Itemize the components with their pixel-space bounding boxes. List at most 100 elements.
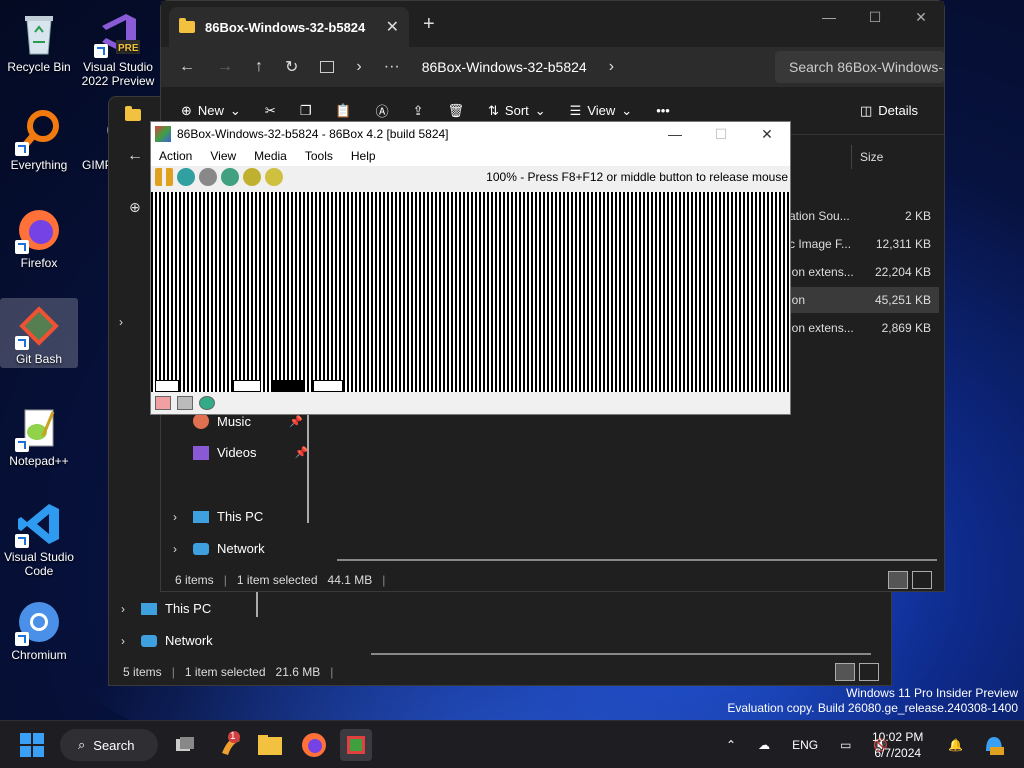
more-icon[interactable]: ··· xyxy=(384,58,400,76)
power-icon[interactable] xyxy=(199,168,217,186)
add-icon[interactable]: ⊕ xyxy=(129,199,141,216)
maximize-icon[interactable]: ☐ xyxy=(698,122,744,146)
nav-scrollbar[interactable] xyxy=(307,415,309,523)
chevron-right-icon[interactable]: › xyxy=(609,58,614,76)
refresh-icon[interactable]: ↻ xyxy=(285,57,298,77)
hard-disk-icon[interactable] xyxy=(177,396,193,410)
pause-icon[interactable] xyxy=(155,168,173,186)
file-row[interactable]: ation Sou... 2 KB xyxy=(789,203,939,229)
desktop-icon-firefox[interactable]: Firefox xyxy=(0,202,78,270)
desktop-icon-chromium[interactable]: Chromium xyxy=(0,594,78,662)
tiles-view-icon[interactable] xyxy=(859,663,879,681)
task-view-button[interactable] xyxy=(168,729,200,761)
close-icon[interactable]: ✕ xyxy=(744,122,790,146)
ctrl-alt-del-icon[interactable] xyxy=(221,168,239,186)
more-options-button[interactable]: ••• xyxy=(656,103,670,118)
column-header-size[interactable]: Size xyxy=(851,145,941,169)
taskbar-app-firefox[interactable] xyxy=(298,729,330,761)
start-button[interactable] xyxy=(20,733,44,757)
menu-help[interactable]: Help xyxy=(351,149,376,163)
desktop-icon-notepadpp[interactable]: Notepad++ xyxy=(0,400,78,468)
desktop-icon-git-bash[interactable]: Git Bash xyxy=(0,298,78,368)
menu-media[interactable]: Media xyxy=(254,149,287,163)
file-row[interactable]: c Image F... 12,311 KB xyxy=(789,231,939,257)
nav-item-this-pc[interactable]: › This PC xyxy=(121,601,211,616)
language-indicator[interactable]: ENG xyxy=(792,738,818,752)
nav-item-network[interactable]: › Network xyxy=(173,541,265,556)
back-arrow-icon[interactable]: ← xyxy=(127,147,143,165)
sort-button[interactable]: ⇅ Sort ⌄ xyxy=(488,103,546,119)
menu-action[interactable]: Action xyxy=(159,149,192,163)
reset-icon[interactable] xyxy=(177,168,195,186)
tab-86box-folder[interactable]: 86Box-Windows-32-b5824 ✕ xyxy=(169,7,409,47)
maximize-icon[interactable]: ☐ xyxy=(852,1,898,33)
new-tab-button[interactable]: + xyxy=(423,13,435,36)
horizontal-scrollbar[interactable] xyxy=(371,653,871,655)
back-arrow-icon[interactable]: ← xyxy=(179,58,195,76)
address-path[interactable]: 86Box-Windows-32-b5824 xyxy=(422,59,587,75)
cut-icon[interactable]: ✂ xyxy=(265,103,276,119)
chevron-right-icon[interactable]: › xyxy=(121,602,133,616)
taskbar-app-widgets[interactable]: 1 xyxy=(214,729,246,761)
display-icon[interactable]: ▭ xyxy=(840,738,851,752)
floppy-drive-icon[interactable] xyxy=(155,396,171,410)
chevron-right-icon[interactable]: › xyxy=(173,510,185,524)
view-toggle[interactable] xyxy=(835,663,879,681)
copy-icon[interactable]: ❐ xyxy=(300,103,312,119)
search-input[interactable]: Search 86Box-Windows-32-b5824 xyxy=(775,51,944,83)
clock[interactable]: 10:02 PM 6/7/2024 xyxy=(872,729,923,761)
chevron-right-icon[interactable]: › xyxy=(173,542,185,556)
taskbar-app-86box[interactable] xyxy=(340,729,372,761)
file-row[interactable]: ion extens... 22,204 KB xyxy=(789,259,939,285)
close-tab-icon[interactable]: ✕ xyxy=(386,17,399,37)
view-button[interactable]: ☰ View ⌄ xyxy=(570,103,633,119)
new-button[interactable]: ⊕ New ⌄ xyxy=(181,103,241,119)
chevron-up-icon[interactable]: ⌃ xyxy=(726,738,736,752)
file-row-selected[interactable]: ion 45,251 KB xyxy=(789,287,939,313)
desktop-icon-visual-studio-preview[interactable]: PRE Visual Studio 2022 Preview xyxy=(79,6,157,88)
horizontal-scrollbar[interactable] xyxy=(337,559,937,561)
minimize-icon[interactable]: — xyxy=(652,122,698,146)
file-row[interactable]: ion extens... 2,869 KB xyxy=(789,315,939,341)
tiles-view-icon[interactable] xyxy=(912,571,932,589)
chevron-right-icon[interactable]: › xyxy=(356,58,361,76)
desktop-icon-gimp[interactable]: GIMP xyxy=(62,104,112,172)
86box-window[interactable]: 86Box-Windows-32-b5824 - 86Box 4.2 [buil… xyxy=(150,121,791,415)
view-toggle[interactable] xyxy=(888,571,932,589)
details-view-icon[interactable] xyxy=(888,571,908,589)
nav-item-this-pc[interactable]: › This PC xyxy=(173,509,263,524)
taskbar-search[interactable]: ⌕ Search xyxy=(60,729,158,761)
menu-tools[interactable]: Tools xyxy=(305,149,333,163)
up-arrow-icon[interactable]: ↑ xyxy=(255,58,263,76)
share-icon[interactable]: ⇪ xyxy=(413,103,424,119)
menu-view[interactable]: View xyxy=(210,149,236,163)
details-button[interactable]: ◫ Details xyxy=(860,103,918,119)
forward-arrow-icon[interactable]: → xyxy=(217,58,233,76)
pin-icon[interactable]: 📌 xyxy=(289,415,303,428)
nav-item-music[interactable]: Music 📌 xyxy=(193,413,303,429)
86box-titlebar[interactable]: 86Box-Windows-32-b5824 - 86Box 4.2 [buil… xyxy=(151,122,790,146)
details-view-icon[interactable] xyxy=(835,663,855,681)
desktop-icon-vscode[interactable]: Visual Studio Code xyxy=(0,496,78,578)
rename-icon[interactable]: Ⓐ xyxy=(376,101,389,120)
taskbar-app-file-explorer[interactable] xyxy=(254,729,286,761)
paste-icon[interactable]: 📋 xyxy=(335,103,351,119)
copilot-icon[interactable] xyxy=(982,721,1006,768)
nav-item-videos[interactable]: Videos 📌 xyxy=(193,445,308,460)
cloud-off-icon[interactable]: ☁ xyxy=(758,738,770,752)
notification-bell-icon[interactable]: 🔔 xyxy=(948,721,963,768)
chevron-right-icon[interactable]: › xyxy=(119,315,131,329)
emulator-display[interactable] xyxy=(151,192,790,394)
nav-item-network[interactable]: › Network xyxy=(121,633,213,648)
new-label: New xyxy=(197,103,224,118)
view-label: View xyxy=(587,103,616,118)
close-icon[interactable]: ✕ xyxy=(898,1,944,33)
desktop-icon-recycle-bin[interactable]: Recycle Bin xyxy=(0,6,78,74)
ctrl-alt-esc-icon[interactable] xyxy=(243,168,261,186)
chevron-right-icon[interactable]: › xyxy=(121,634,133,648)
delete-icon[interactable]: 🗑 xyxy=(448,103,465,119)
settings-icon[interactable] xyxy=(265,168,283,186)
minimize-icon[interactable]: — xyxy=(806,1,852,33)
sound-icon[interactable] xyxy=(199,396,215,410)
monitor-icon[interactable] xyxy=(320,61,335,73)
